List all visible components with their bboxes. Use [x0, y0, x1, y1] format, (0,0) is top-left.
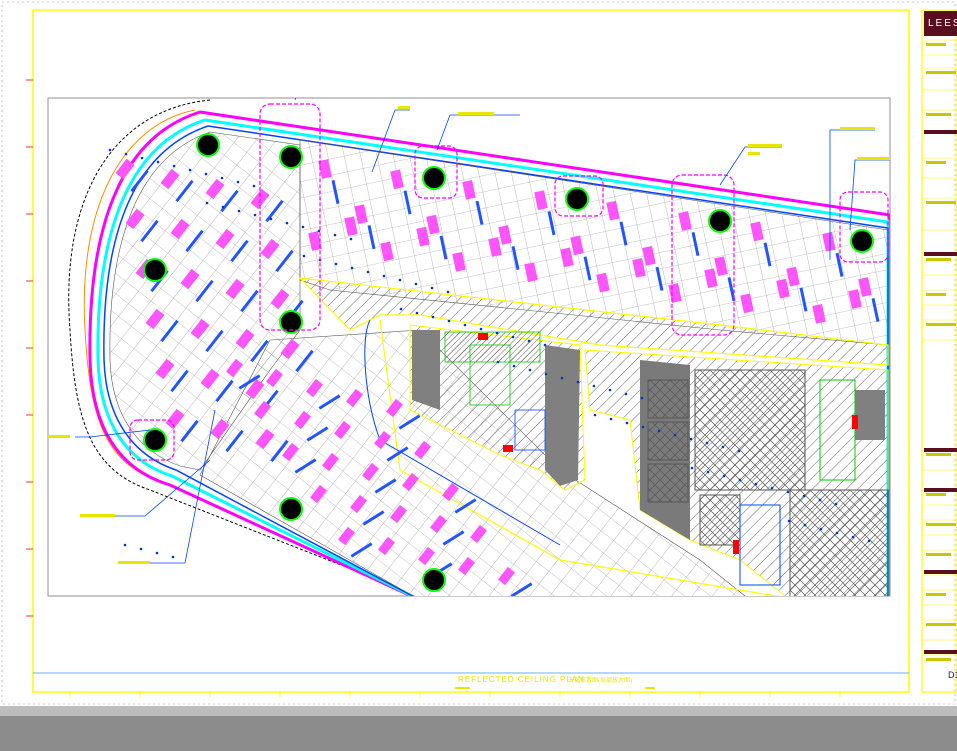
sheet-number: D1	[948, 670, 957, 680]
brand-logo: LEES	[924, 11, 957, 36]
cad-drawing-canvas[interactable]	[0, 0, 957, 706]
layout-edge	[0, 706, 957, 716]
drawing-title: REFLECTED CEILING PLAN	[458, 675, 585, 684]
title-block-rows	[922, 39, 957, 661]
drawing-subtitle: 天花布置图(局部放大图)	[568, 678, 632, 684]
model-space-background	[0, 706, 957, 751]
floor-plan	[48, 98, 890, 596]
drawing-sheet: REFLECTED CEILING PLAN 天花布置图(局部放大图) LEES…	[0, 0, 957, 706]
